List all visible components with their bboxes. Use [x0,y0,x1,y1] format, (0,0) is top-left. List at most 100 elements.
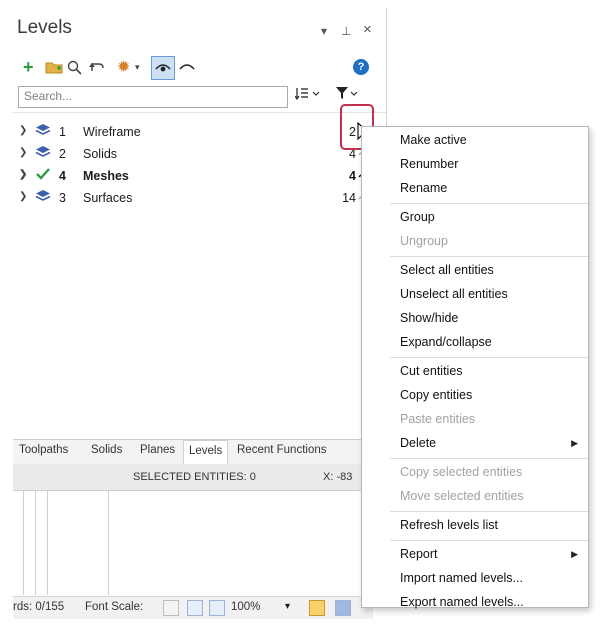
filter-icon[interactable] [335,86,359,103]
menu-item-label: Report [400,547,438,561]
level-entity-count: 4 [349,169,356,183]
menu-item-report[interactable]: Report ▶ [362,543,588,565]
level-stack-icon [35,123,51,137]
menu-item-group[interactable]: Group [362,206,588,228]
selected-entities-status: SELECTED ENTITIES: 0 [133,471,256,483]
menu-item-ungroup: Ungroup [362,230,588,252]
panel-tab-strip: Toolpaths Solids Planes Levels Recent Fu… [13,439,373,468]
menu-item-cut-entities[interactable]: Cut entities [362,360,588,382]
tab-solids[interactable]: Solids [91,444,122,456]
tab-planes[interactable]: Planes [140,444,175,456]
expand-chevron-icon[interactable]: ❯ [19,191,27,202]
menu-item-label: Rename [400,181,448,195]
level-stack-icon [35,145,51,159]
menu-item-label: Delete [400,436,437,450]
menu-item-label: Select all entities [400,263,494,277]
zoom-dropdown-icon[interactable]: ▾ [285,601,290,612]
menu-item-import-named-levels[interactable]: Import named levels... [362,567,588,589]
level-number: 1 [59,125,66,139]
font-scale-medium-button[interactable] [187,600,203,616]
menu-item-label: Show/hide [400,311,459,325]
menu-item-label: Copy entities [400,388,473,402]
expand-chevron-icon[interactable]: ❯ [19,125,27,136]
menu-item-show-hide[interactable]: Show/hide [362,307,588,329]
level-row[interactable]: ❯3Surfaces14⋯ [13,187,386,209]
font-scale-label: Font Scale: [85,601,144,613]
view-toggle-icon[interactable] [309,600,325,616]
layout-toggle-icon[interactable] [335,600,351,616]
menu-item-label: Make active [400,133,467,147]
visibility-icon[interactable] [151,56,175,80]
records-count: rds: 0/155 [13,601,65,613]
level-number: 3 [59,191,66,205]
sort-icon[interactable] [294,86,321,103]
menu-item-unselect-all-entities[interactable]: Unselect all entities [362,283,588,305]
levels-toolbar: + ✹ ▾ ? [13,56,386,82]
menu-item-label: Import named levels... [400,571,523,585]
folder-add-icon[interactable] [45,56,63,78]
level-name: Meshes [83,169,129,183]
settings-gear-icon[interactable]: ✹ [117,56,130,78]
menu-item-rename[interactable]: Rename [362,177,588,199]
menu-item-move-selected-entities: Move selected entities [362,485,588,507]
zoom-level[interactable]: 100% [231,601,260,613]
level-list: ❯1Wireframe2⋯❯2Solids4⋯❯4Meshes4⋯❯3Surfa… [13,112,386,439]
search-icon[interactable] [67,56,82,78]
context-menu: Make active Renumber Rename Group Ungroup Sel… [361,126,589,609]
menu-separator [390,256,588,257]
search-input[interactable] [19,87,287,105]
add-level-icon[interactable]: + [23,56,34,78]
panel-menu-icon[interactable]: ▾ [321,24,327,38]
level-entity-count: 14 [342,191,356,205]
pin-icon[interactable]: ⊥ [341,24,351,38]
menu-item-label: Expand/collapse [400,335,492,349]
font-scale-large-button[interactable] [209,600,225,616]
menu-item-copy-selected-entities: Copy selected entities [362,461,588,483]
tab-toolpaths[interactable]: Toolpaths [19,444,68,456]
search-box[interactable] [18,86,288,108]
expand-chevron-icon[interactable]: ❯ [19,169,27,180]
bottom-bar: rds: 0/155 Font Scale: 100% ▾ [13,596,373,619]
help-icon[interactable]: ? [353,59,369,75]
submenu-arrow-icon: ▶ [571,549,578,559]
active-check-icon [35,167,51,181]
menu-separator [390,357,588,358]
status-bar: SELECTED ENTITIES: 0 X: -83 [13,464,373,491]
tab-recent-functions[interactable]: Recent Functions [237,444,327,456]
close-icon[interactable]: × [363,21,372,38]
x-coordinate: X: -83 [323,471,353,483]
menu-item-label: Ungroup [400,234,448,248]
level-row[interactable]: ❯4Meshes4⋯ [13,165,386,187]
level-name: Solids [83,147,118,161]
undo-icon[interactable] [89,56,105,78]
hide-icon[interactable] [179,56,195,78]
menu-item-export-named-levels[interactable]: Export named levels... [362,591,588,613]
menu-separator [390,511,588,512]
settings-dropdown-icon[interactable]: ▾ [135,56,140,78]
menu-item-make-active[interactable]: Make active [362,129,588,151]
level-name: Surfaces [83,191,133,205]
level-row[interactable]: ❯2Solids4⋯ [13,143,386,165]
submenu-arrow-icon: ▶ [571,438,578,448]
menu-item-delete[interactable]: Delete ▶ [362,432,588,454]
menu-item-copy-entities[interactable]: Copy entities [362,384,588,406]
menu-item-renumber[interactable]: Renumber [362,153,588,175]
expand-chevron-icon[interactable]: ❯ [19,147,27,158]
menu-item-label: Copy selected entities [400,465,523,479]
menu-item-label: Paste entities [400,412,476,426]
panel-title-bar: Levels ▾ ⊥ × [13,8,386,50]
menu-item-label: Unselect all entities [400,287,508,301]
menu-item-label: Refresh levels list [400,518,498,532]
font-scale-small-button[interactable] [163,600,179,616]
level-name: Wireframe [83,125,141,139]
menu-separator [390,203,588,204]
level-row[interactable]: ❯1Wireframe2⋯ [13,121,386,143]
menu-item-label: Renumber [400,157,459,171]
menu-item-select-all-entities[interactable]: Select all entities [362,259,588,281]
level-stack-icon [35,189,51,203]
menu-item-expand-collapse[interactable]: Expand/collapse [362,331,588,353]
menu-item-refresh-levels-list[interactable]: Refresh levels list [362,514,588,536]
menu-item-label: Cut entities [400,364,463,378]
menu-item-label: Group [400,210,435,224]
menu-separator [390,540,588,541]
